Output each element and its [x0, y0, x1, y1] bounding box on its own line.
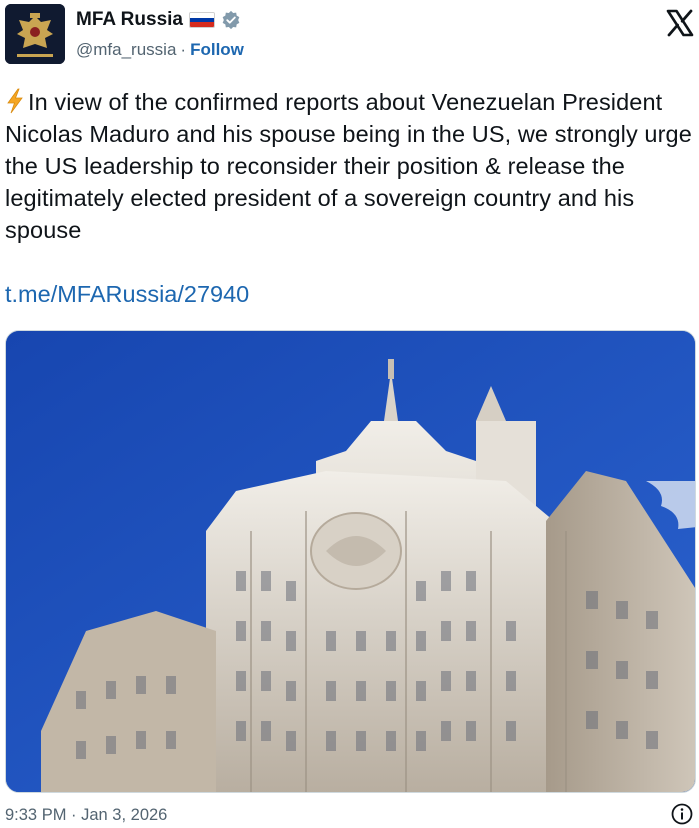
- russia-flag-icon: [189, 12, 215, 28]
- handle-row: @mfa_russia · Follow: [76, 40, 244, 60]
- building-photo: [6, 331, 695, 792]
- lightning-bolt-icon: [7, 88, 23, 114]
- account-avatar[interactable]: [5, 4, 65, 64]
- info-icon[interactable]: [671, 803, 693, 825]
- handle-separator: ·: [180, 40, 187, 59]
- verified-badge-icon: [222, 10, 240, 30]
- tweet-header: MFA Russia @mfa_russia · Follow: [0, 0, 699, 72]
- tweet-timestamp[interactable]: 9:33 PM · Jan 3, 2026: [5, 806, 167, 825]
- tweet-text: In view of the confirmed reports about V…: [5, 86, 695, 246]
- telegram-link[interactable]: t.me/MFARussia/27940: [5, 281, 249, 308]
- tweet-photo[interactable]: [5, 330, 696, 793]
- account-name[interactable]: MFA Russia: [76, 9, 183, 31]
- tweet-body: In view of the confirmed reports about V…: [5, 89, 692, 243]
- follow-button[interactable]: Follow: [190, 40, 244, 60]
- account-handle[interactable]: @mfa_russia: [76, 40, 176, 60]
- russian-eagle-emblem-icon: [5, 4, 65, 64]
- x-logo-icon[interactable]: [665, 8, 695, 38]
- account-name-row: MFA Russia: [76, 9, 241, 31]
